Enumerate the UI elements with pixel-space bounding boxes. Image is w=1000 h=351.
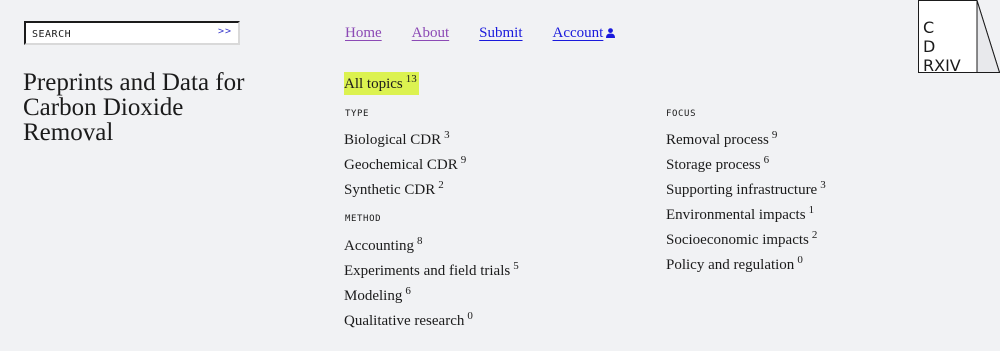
topic-removal-process[interactable]: Removal process 9 xyxy=(666,123,826,148)
search-input[interactable] xyxy=(32,25,202,43)
topic-label: Environmental impacts xyxy=(666,207,806,223)
nav-account-link[interactable]: Account xyxy=(553,25,616,41)
topic-accounting[interactable]: Accounting 8 xyxy=(344,229,519,254)
search-submit-button[interactable]: >> xyxy=(218,26,232,37)
topic-modeling[interactable]: Modeling 6 xyxy=(344,279,519,304)
topic-socioeconomic-impacts[interactable]: Socioeconomic impacts 2 xyxy=(666,223,826,248)
topic-label: Accounting xyxy=(344,238,414,254)
site-title: Preprints and Data for Carbon Dioxide Re… xyxy=(23,69,245,146)
topic-label: Storage process xyxy=(666,157,761,173)
all-topics-label: All topics xyxy=(344,76,403,92)
all-topics-count: 13 xyxy=(405,73,417,85)
topic-qualitative-research[interactable]: Qualitative research 0 xyxy=(344,304,519,329)
topic-label: Modeling xyxy=(344,288,403,304)
topic-label: Biological CDR xyxy=(344,132,442,148)
topic-environmental-impacts[interactable]: Environmental impacts 1 xyxy=(666,198,826,223)
topic-label: Supporting infrastructure xyxy=(666,182,818,198)
method-heading: METHOD xyxy=(345,214,382,224)
topic-label: Policy and regulation xyxy=(666,257,795,273)
all-topics-filter[interactable]: All topics 13 xyxy=(344,72,419,95)
topic-geochemical-cdr[interactable]: Geochemical CDR 9 xyxy=(344,148,466,173)
topic-label: Geochemical CDR xyxy=(344,157,458,173)
nav-account-label: Account xyxy=(552,25,604,41)
topic-count: 3 xyxy=(820,179,826,191)
topic-count: 2 xyxy=(811,229,818,241)
nav-home-link[interactable]: Home xyxy=(345,25,382,41)
main-nav: Home About Submit Account xyxy=(345,25,645,42)
method-topic-list: Accounting 8 Experiments and field trials… xyxy=(344,229,519,329)
topic-count: 2 xyxy=(438,179,444,191)
topic-label: Experiments and field trials xyxy=(344,263,511,279)
type-topic-list: Biological CDR 3 Geochemical CDR 9 Synthet… xyxy=(344,123,466,198)
type-heading: TYPE xyxy=(345,109,370,119)
topic-count: 1 xyxy=(808,204,815,216)
topic-biological-cdr[interactable]: Biological CDR 3 xyxy=(344,123,466,148)
nav-about-link[interactable]: About xyxy=(412,25,450,41)
topic-label: Removal process xyxy=(666,132,769,148)
search-box: >> xyxy=(24,21,240,45)
focus-heading: FOCUS xyxy=(666,109,697,119)
nav-submit-link[interactable]: Submit xyxy=(479,25,522,41)
topic-count: 8 xyxy=(416,235,423,247)
topic-count: 3 xyxy=(444,129,450,141)
topic-synthetic-cdr[interactable]: Synthetic CDR 2 xyxy=(344,173,466,198)
topic-count: 0 xyxy=(797,254,803,266)
topic-count: 5 xyxy=(513,260,519,272)
logo-text: C D RXIV xyxy=(923,18,961,75)
topic-label: Synthetic CDR xyxy=(344,182,436,198)
user-icon xyxy=(606,28,616,38)
topic-count: 6 xyxy=(405,285,411,297)
topic-label: Qualitative research xyxy=(344,313,465,329)
topic-count: 0 xyxy=(467,310,473,322)
topic-policy-regulation[interactable]: Policy and regulation 0 xyxy=(666,248,826,273)
topic-experiments-field-trials[interactable]: Experiments and field trials 5 xyxy=(344,254,519,279)
topic-supporting-infrastructure[interactable]: Supporting infrastructure 3 xyxy=(666,173,826,198)
focus-topic-list: Removal process 9 Storage process 6 Suppor… xyxy=(666,123,826,273)
topic-count: 9 xyxy=(771,129,778,141)
topic-storage-process[interactable]: Storage process 6 xyxy=(666,148,826,173)
topic-label: Socioeconomic impacts xyxy=(666,232,809,248)
topic-count: 9 xyxy=(460,154,467,166)
topic-count: 6 xyxy=(763,154,770,166)
